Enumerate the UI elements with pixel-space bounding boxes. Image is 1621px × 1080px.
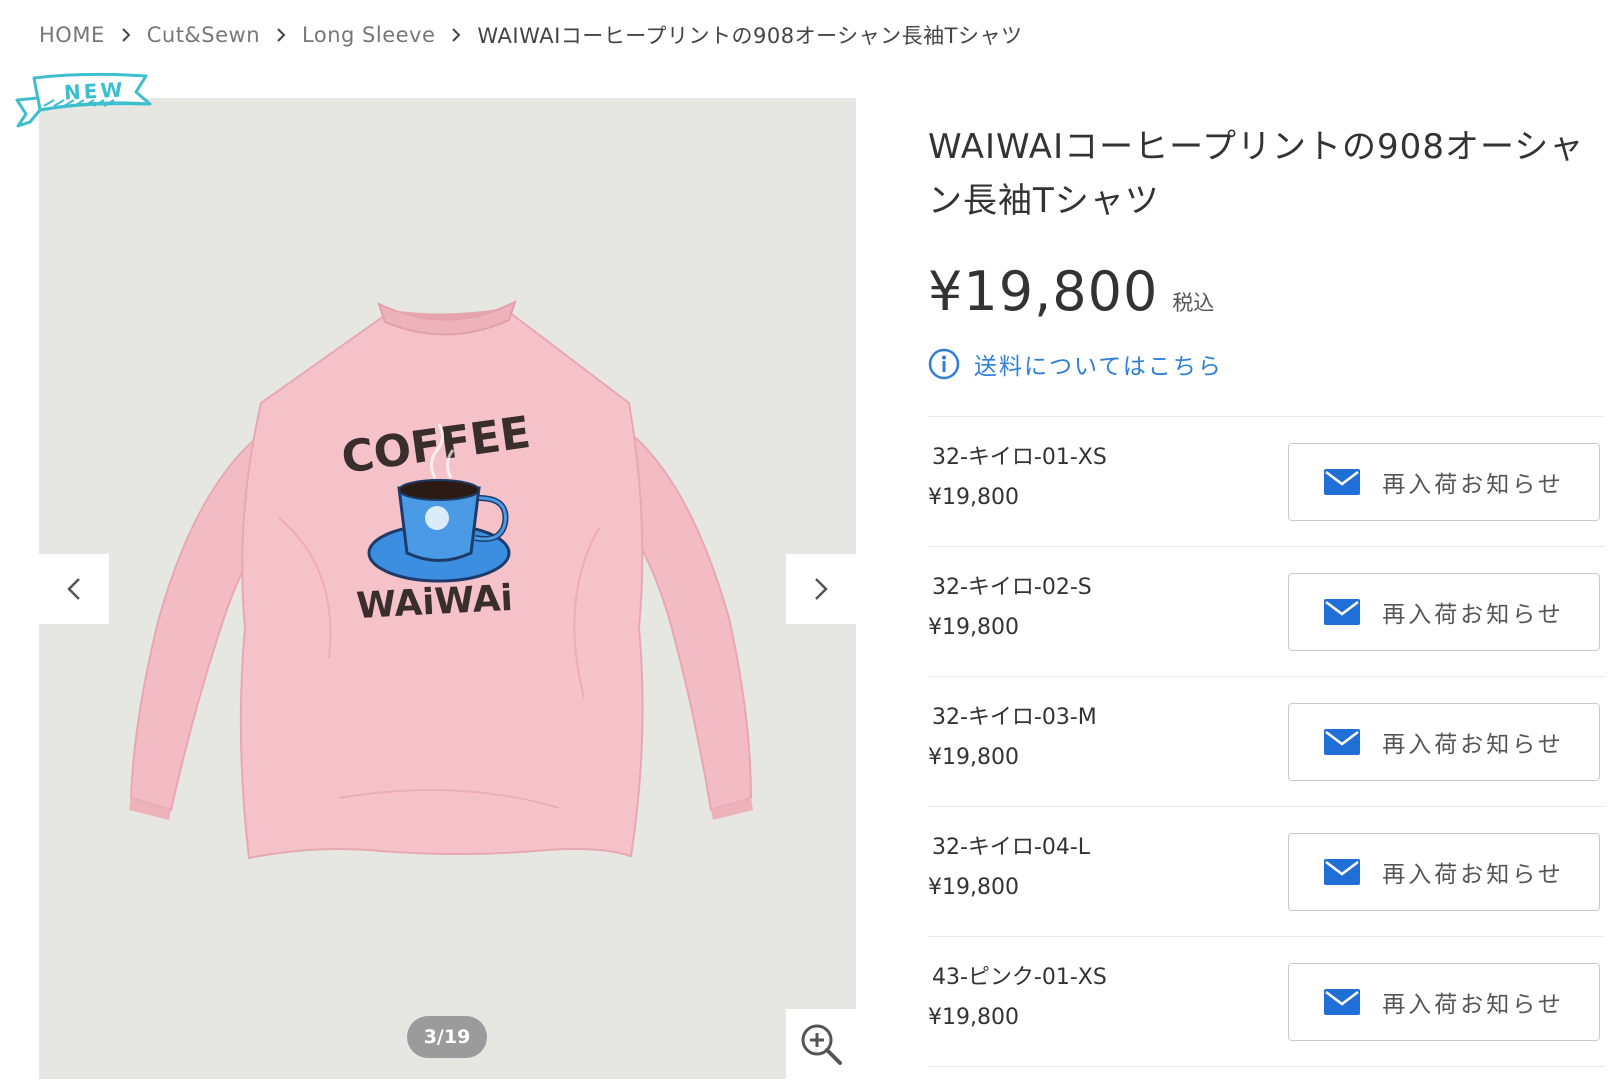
- variant-row: 32-キイロ-01-XS ¥19,800 再入荷お知らせ: [928, 417, 1604, 547]
- product-image: COFFEE WAiWAi: [129, 300, 753, 860]
- mail-icon: [1324, 729, 1361, 755]
- variant-name: 32-キイロ-04-L: [932, 835, 1091, 860]
- product-title: WAIWAIコーヒープリントの908オーシャン長袖Tシャツ: [928, 127, 1585, 221]
- restock-notify-label: 再入荷お知らせ: [1382, 862, 1564, 888]
- chevron-right-icon: [435, 20, 477, 50]
- zoom-in-icon: [801, 1024, 842, 1065]
- chevron-right-icon: [105, 20, 147, 50]
- info-icon: [928, 348, 960, 380]
- restock-notify-button[interactable]: 再入荷お知らせ: [1288, 443, 1600, 521]
- variant-row: 32-キイロ-03-M ¥19,800 再入荷お知らせ: [928, 677, 1604, 807]
- new-badge-label: NEW: [63, 77, 127, 105]
- variant-name: 43-ピンク-01-XS: [932, 965, 1107, 990]
- mail-icon: [1324, 599, 1361, 625]
- restock-notify-button[interactable]: 再入荷お知らせ: [1288, 703, 1600, 781]
- image-counter: 3/19: [407, 1016, 487, 1058]
- chevron-right-icon: [815, 578, 828, 600]
- next-image-button[interactable]: [786, 554, 856, 624]
- variant-row: 32-キイロ-04-L ¥19,800 再入荷お知らせ: [928, 807, 1604, 937]
- variant-price: ¥19,800: [928, 745, 1019, 770]
- restock-notify-label: 再入荷お知らせ: [1382, 602, 1564, 628]
- restock-notify-label: 再入荷お知らせ: [1382, 992, 1564, 1018]
- shirt-print-waiwai: WAiWAi: [355, 578, 514, 627]
- mail-icon: [1324, 469, 1361, 495]
- shipping-info-link[interactable]: 送料についてはこちら: [928, 347, 1604, 381]
- variant-name: 32-キイロ-02-S: [932, 575, 1092, 600]
- restock-notify-button[interactable]: 再入荷お知らせ: [1288, 963, 1600, 1041]
- restock-notify-label: 再入荷お知らせ: [1382, 472, 1564, 498]
- chevron-left-icon: [67, 578, 80, 600]
- product-info: WAIWAIコーヒープリントの908オーシャン長袖Tシャツ ¥19,800 税込…: [928, 120, 1604, 381]
- price-row: ¥19,800 税込: [928, 260, 1604, 323]
- variant-price: ¥19,800: [928, 485, 1019, 510]
- variant-name: 32-キイロ-03-M: [932, 705, 1097, 730]
- variant-price: ¥19,800: [928, 1005, 1019, 1030]
- shipping-link-label: 送料についてはこちら: [974, 354, 1223, 380]
- variant-row: 43-ピンク-01-XS ¥19,800 再入荷お知らせ: [928, 937, 1604, 1067]
- mail-icon: [1324, 989, 1361, 1015]
- breadcrumb-cut-sewn[interactable]: Cut&Sewn: [147, 23, 260, 47]
- prev-image-button[interactable]: [39, 554, 109, 624]
- chevron-right-icon: [260, 20, 302, 50]
- tax-label: 税込: [1172, 291, 1215, 315]
- breadcrumb: HOME Cut&Sewn Long Sleeve WAIWAIコーヒープリント…: [39, 20, 1022, 50]
- restock-notify-button[interactable]: 再入荷お知らせ: [1288, 833, 1600, 911]
- zoom-button[interactable]: [786, 1009, 856, 1079]
- breadcrumb-current: WAIWAIコーヒープリントの908オーシャン長袖Tシャツ: [477, 24, 1023, 48]
- breadcrumb-home[interactable]: HOME: [39, 23, 105, 47]
- product-gallery: COFFEE WAiWAi 3/19: [39, 98, 856, 1079]
- new-badge: NEW: [14, 70, 156, 136]
- restock-notify-button[interactable]: 再入荷お知らせ: [1288, 573, 1600, 651]
- variant-row: 32-キイロ-02-S ¥19,800 再入荷お知らせ: [928, 547, 1604, 677]
- product-price: ¥19,800: [928, 260, 1159, 323]
- breadcrumb-long-sleeve[interactable]: Long Sleeve: [302, 23, 435, 47]
- variant-price: ¥19,800: [928, 615, 1019, 640]
- restock-notify-label: 再入荷お知らせ: [1382, 732, 1564, 758]
- variant-name: 32-キイロ-01-XS: [932, 445, 1107, 470]
- variant-list: 32-キイロ-01-XS ¥19,800 再入荷お知らせ 32-キイロ-02-S…: [928, 416, 1604, 1067]
- mail-icon: [1324, 859, 1361, 885]
- variant-price: ¥19,800: [928, 875, 1019, 900]
